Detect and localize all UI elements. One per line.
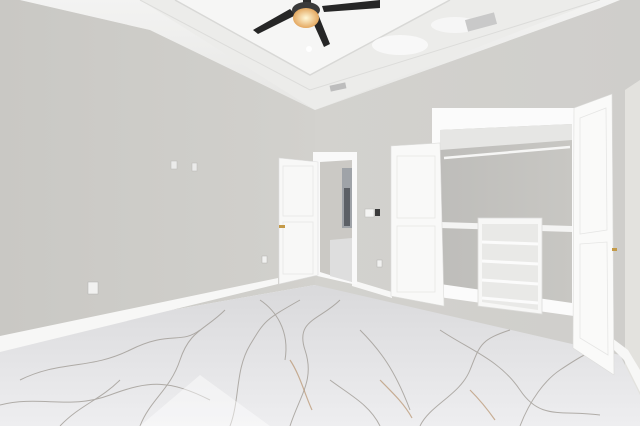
door-handle[interactable] <box>279 225 285 228</box>
bedroom-door[interactable] <box>278 157 319 285</box>
recessed-light <box>306 46 312 52</box>
closet-door-handle[interactable] <box>612 248 617 251</box>
light-switch[interactable] <box>170 160 178 170</box>
wall-outlet <box>87 281 99 295</box>
wall-panel <box>364 208 375 218</box>
smart-keypad <box>375 209 380 216</box>
fan-light <box>293 8 319 28</box>
right-wall <box>625 80 640 395</box>
closet-door-left[interactable] <box>390 142 445 307</box>
room-photo <box>0 0 640 426</box>
room-illustration <box>0 0 640 426</box>
thermostat-plate <box>191 162 198 172</box>
